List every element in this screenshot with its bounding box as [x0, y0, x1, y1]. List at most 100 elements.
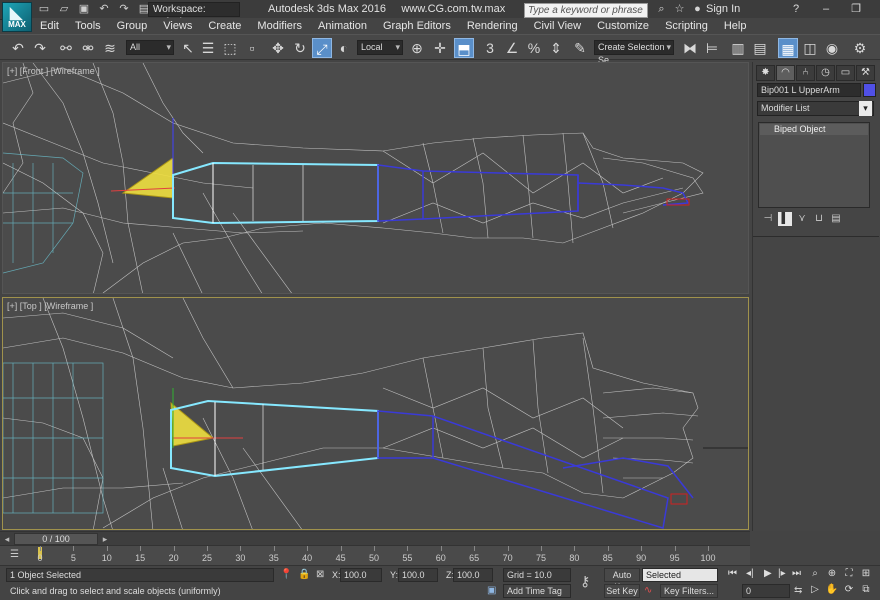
configure-modifier-sets-icon[interactable]: ▤	[829, 212, 843, 226]
scale-icon[interactable]: ⤢	[312, 38, 332, 58]
render-setup-icon[interactable]: ⚙	[850, 38, 870, 58]
menu-tools[interactable]: Tools	[67, 18, 109, 34]
menu-civil-view[interactable]: Civil View	[526, 18, 589, 34]
time-slider[interactable]: ◂ 0 / 100 ▸	[0, 531, 750, 545]
close-icon[interactable]: ✕	[872, 2, 880, 17]
modifier-list-dropdown[interactable]: Modifier List	[757, 101, 874, 116]
zoom-icon[interactable]: ⌕	[808, 567, 822, 581]
layer-explorer-icon[interactable]: ▥	[728, 38, 748, 58]
zoom-extents-all-icon[interactable]: ⊞	[859, 567, 873, 581]
key-mode-toggle-icon[interactable]: ⇆	[794, 584, 802, 598]
menu-help[interactable]: Help	[716, 18, 755, 34]
angle-snap-icon[interactable]: ∠	[502, 38, 522, 58]
redo-icon[interactable]: ↷	[30, 38, 50, 58]
window-crossing-icon[interactable]: ▫	[242, 38, 262, 58]
pin-stack-icon[interactable]: ⊣	[761, 212, 775, 226]
schematic-view-icon[interactable]: ◫	[800, 38, 820, 58]
menu-animation[interactable]: Animation	[310, 18, 375, 34]
next-frame-icon[interactable]: ▸	[100, 533, 110, 545]
next-key-icon[interactable]: |▸	[778, 568, 786, 580]
go-to-end-icon[interactable]: ⏭	[792, 568, 801, 580]
rectangular-selection-icon[interactable]: ⬚	[220, 38, 240, 58]
help-icon[interactable]: ?	[782, 2, 810, 17]
keyboard-shortcut-toggle-icon[interactable]: ⬒	[454, 38, 474, 58]
zoom-all-icon[interactable]: ⊕	[825, 567, 839, 581]
show-end-result-icon[interactable]: ▌	[778, 212, 792, 226]
remove-modifier-icon[interactable]: ⊔	[812, 212, 826, 226]
open-file-icon[interactable]: ▱	[56, 2, 72, 17]
menu-customize[interactable]: Customize	[589, 18, 657, 34]
selection-filter-dropdown[interactable]: All	[126, 40, 174, 55]
minimize-icon[interactable]: –	[812, 2, 840, 17]
menu-modifiers[interactable]: Modifiers	[249, 18, 310, 34]
maximize-viewport-icon[interactable]: ⧉	[859, 583, 873, 597]
add-time-tag-button[interactable]: Add Time Tag	[503, 584, 571, 598]
named-selection-sets-field[interactable]: Create Selection Se	[594, 40, 674, 65]
snaps-toggle-icon[interactable]: 3	[480, 38, 500, 58]
select-object-icon[interactable]: ↖	[178, 38, 198, 58]
zoom-extents-icon[interactable]: ⛶	[842, 567, 856, 581]
play-icon[interactable]: ▶	[764, 568, 772, 580]
pivot-center-icon[interactable]: ⊕	[407, 38, 427, 58]
key-mode-dropdown[interactable]: Selected	[642, 568, 718, 582]
mirror-icon[interactable]: ⧓	[680, 38, 700, 58]
curve-editor-icon[interactable]: ▦	[778, 38, 798, 58]
menu-rendering[interactable]: Rendering	[459, 18, 526, 34]
workspace-selector[interactable]: Workspace: Default	[148, 2, 240, 28]
top-viewport-label[interactable]: [+] [Top ] [Wireframe ]	[7, 301, 93, 311]
mini-curve-editor-icon[interactable]: ☰	[10, 548, 19, 562]
current-frame-field[interactable]: 0	[742, 584, 790, 598]
reference-coordinate-dropdown[interactable]: Local	[357, 40, 403, 55]
menu-graph-editors[interactable]: Graph Editors	[375, 18, 459, 34]
absolute-offset-mode-icon[interactable]: ⊠	[316, 568, 324, 582]
menu-create[interactable]: Create	[200, 18, 249, 34]
utilities-tab-icon[interactable]: ⚒	[856, 65, 875, 81]
select-manipulate-icon[interactable]: ✛	[430, 38, 450, 58]
search-icon[interactable]: ⌕	[654, 2, 669, 17]
save-file-icon[interactable]: ▣	[76, 2, 92, 17]
x-coordinate-field[interactable]: 100.0	[340, 568, 382, 582]
create-tab-icon[interactable]: ✸	[756, 65, 775, 81]
search-input[interactable]: Type a keyword or phrase	[524, 3, 648, 18]
place-icon[interactable]: ◐	[334, 38, 354, 58]
bind-space-warp-icon[interactable]: ≋	[100, 38, 120, 58]
rotate-icon[interactable]: ↻	[290, 38, 310, 58]
restore-icon[interactable]: ❐	[842, 2, 870, 17]
menu-edit[interactable]: Edit	[32, 18, 67, 34]
new-file-icon[interactable]: ▭	[36, 2, 52, 17]
spinner-snap-icon[interactable]: ⇕	[546, 38, 566, 58]
isolate-selection-icon[interactable]: 📍	[280, 568, 292, 582]
menu-group[interactable]: Group	[109, 18, 156, 34]
set-key-button[interactable]: Set Key	[604, 584, 640, 598]
front-viewport-label[interactable]: [+] [Front ] [Wireframe ]	[7, 66, 100, 76]
align-icon[interactable]: ⊨	[702, 38, 722, 58]
orbit-icon[interactable]: ⟳	[842, 583, 856, 597]
selection-lock-icon[interactable]: 🔒	[298, 568, 310, 582]
z-coordinate-field[interactable]: 100.0	[453, 568, 493, 582]
top-viewport[interactable]: [+] [Top ] [Wireframe ]	[2, 297, 749, 530]
favorites-icon[interactable]: ☆	[672, 2, 687, 17]
display-tab-icon[interactable]: ▭	[836, 65, 855, 81]
field-of-view-icon[interactable]: ▷	[808, 583, 822, 597]
undo-icon[interactable]: ↶	[96, 2, 112, 17]
redo-icon[interactable]: ↷	[116, 2, 132, 17]
ribbon-toggle-icon[interactable]: ▤	[750, 38, 770, 58]
prev-frame-icon[interactable]: ◂	[2, 533, 12, 545]
time-slider-thumb[interactable]: 0 / 100	[14, 533, 98, 545]
application-menu-button[interactable]: ◣ MAX	[2, 2, 32, 32]
key-filters-button[interactable]: Key Filters...	[660, 584, 718, 598]
sign-in-link[interactable]: Sign In	[706, 3, 740, 15]
make-unique-icon[interactable]: ⋎	[795, 212, 809, 226]
previous-key-icon[interactable]: ◂|	[746, 568, 754, 580]
select-by-name-icon[interactable]: ☰	[198, 38, 218, 58]
link-icon[interactable]: ⚯	[56, 38, 76, 58]
time-tag-icon[interactable]: ▣	[487, 584, 496, 598]
front-viewport[interactable]: [+] [Front ] [Wireframe ]	[2, 62, 749, 294]
set-keys-icon[interactable]: ⚷	[580, 574, 590, 588]
menu-scripting[interactable]: Scripting	[657, 18, 716, 34]
edit-named-selections-icon[interactable]: ✎	[570, 38, 590, 58]
go-to-start-icon[interactable]: ⏮	[728, 568, 737, 580]
motion-tab-icon[interactable]: ◷	[816, 65, 835, 81]
percent-snap-icon[interactable]: %	[524, 38, 544, 58]
stack-item-biped-object[interactable]: Biped Object	[760, 124, 868, 135]
